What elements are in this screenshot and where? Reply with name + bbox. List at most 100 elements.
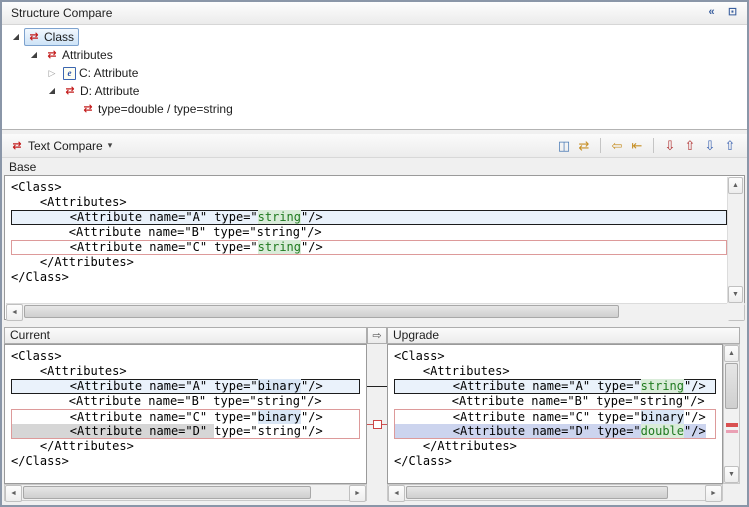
code-line: </Attributes> bbox=[11, 439, 360, 454]
tree-node[interactable]: ⇄type=double / type=string bbox=[78, 100, 238, 118]
structure-compare-header: Structure Compare «⊡ bbox=[2, 2, 747, 25]
code-line: </Class> bbox=[11, 454, 360, 469]
scroll-down-button[interactable]: ▼ bbox=[724, 466, 739, 483]
scroll-up-button[interactable]: ▲ bbox=[724, 345, 739, 362]
current-pane-label: Current bbox=[10, 328, 50, 342]
code-text: </Attributes> bbox=[11, 439, 134, 453]
diff-connector-column bbox=[367, 344, 387, 484]
code-text: <Attribute name="B" type="string"/> bbox=[11, 225, 322, 239]
base-code-area[interactable]: <Class> <Attributes> <Attribute name="A"… bbox=[5, 176, 733, 306]
code-text: <Attributes> bbox=[11, 195, 127, 209]
tree-item-type-double-type-string[interactable]: ⇄type=double / type=string bbox=[2, 100, 747, 118]
direction-arrow-icon: ⇨ bbox=[372, 330, 381, 342]
next-difference-icon[interactable]: ⇩ bbox=[661, 137, 679, 155]
code-text: <Attribute name="C" type=" bbox=[12, 410, 258, 424]
collapse-arrow-icon[interactable]: ◢ bbox=[44, 82, 60, 100]
current-code-area[interactable]: <Class> <Attributes> <Attribute name="A"… bbox=[5, 345, 366, 483]
tree-item-attributes[interactable]: ◢⇄Attributes bbox=[2, 46, 747, 64]
code-text: <Attribute name="C" type=" bbox=[12, 240, 258, 254]
tree-item-class[interactable]: ◢⇄Class bbox=[2, 28, 747, 46]
scroll-up-button[interactable]: ▲ bbox=[728, 177, 743, 194]
code-text: "/> bbox=[301, 379, 323, 393]
conflict-connector-handle[interactable] bbox=[373, 420, 382, 429]
diff-token: binary bbox=[258, 379, 301, 393]
previous-change-icon[interactable]: ⇧ bbox=[721, 137, 739, 155]
tree-node[interactable]: ⇄Class bbox=[24, 28, 79, 46]
text-compare-toolbar: ◫⇄⇦⇤⇩⇧⇩⇧ bbox=[555, 137, 739, 155]
copy-all-right-to-left-icon[interactable]: ⇦ bbox=[608, 137, 626, 155]
scroll-left-button[interactable]: ◄ bbox=[388, 485, 405, 502]
tree-item-label: C: Attribute bbox=[79, 64, 138, 82]
scroll-left-button[interactable]: ◄ bbox=[5, 485, 22, 502]
text-compare-header: ⇄ Text Compare ▾ ◫⇄⇦⇤⇩⇧⇩⇧ bbox=[2, 134, 747, 158]
restore-pane-icon[interactable]: ⊡ bbox=[724, 4, 741, 21]
current-horizontal-scrollbar[interactable]: ◄ ► bbox=[4, 484, 367, 501]
code-line: </Class> bbox=[394, 454, 716, 469]
upgrade-vertical-scrollbar[interactable]: ▲ ▼ bbox=[723, 344, 740, 484]
next-change-icon[interactable]: ⇩ bbox=[701, 137, 719, 155]
tree-node[interactable]: eC: Attribute bbox=[60, 64, 143, 82]
copy-current-right-to-left-icon[interactable]: ⇤ bbox=[628, 137, 646, 155]
diff-token: double bbox=[641, 424, 684, 438]
structure-compare-title: Structure Compare bbox=[11, 6, 112, 20]
code-text: <Class> bbox=[11, 349, 62, 363]
tree-item-d-attribute[interactable]: ◢⇄D: Attribute bbox=[2, 82, 747, 100]
tree-node[interactable]: ⇄Attributes bbox=[42, 46, 118, 64]
scroll-right-button[interactable]: ► bbox=[705, 485, 722, 502]
collapse-all-icon[interactable]: « bbox=[703, 4, 720, 21]
diff-token: string bbox=[258, 240, 301, 254]
scrollbar-thumb[interactable] bbox=[24, 305, 619, 318]
code-text: <Attributes> bbox=[394, 364, 510, 378]
conflict-change-icon: ⇄ bbox=[27, 31, 41, 43]
code-line: <Attributes> bbox=[11, 364, 360, 379]
tree-node[interactable]: ⇄D: Attribute bbox=[60, 82, 144, 100]
code-line: <Class> bbox=[11, 180, 727, 195]
upgrade-horizontal-scrollbar[interactable]: ◄ ► bbox=[387, 484, 723, 501]
current-pane: <Class> <Attributes> <Attribute name="A"… bbox=[4, 344, 367, 484]
chevron-down-icon[interactable]: ▾ bbox=[108, 140, 113, 151]
code-line: <Attributes> bbox=[394, 364, 716, 379]
switch-compare-viewer-icon[interactable]: ◫ bbox=[555, 137, 573, 155]
tree-item-label: Class bbox=[44, 28, 74, 46]
code-text: <Attribute name="C" type=" bbox=[395, 410, 641, 424]
expand-arrow-icon[interactable]: ▷ bbox=[44, 64, 60, 82]
current-pane-header: Current bbox=[4, 327, 367, 344]
code-text: "/> bbox=[301, 210, 323, 224]
code-line: <Attribute name="D" type="string"/> bbox=[11, 424, 360, 439]
code-text: <Attribute name="A" type=" bbox=[12, 210, 258, 224]
scrollbar-thumb[interactable] bbox=[406, 486, 668, 499]
code-line: <Attribute name="C" type="string"/> bbox=[11, 240, 727, 255]
code-text: </Attributes> bbox=[11, 255, 134, 269]
diff-token: binary bbox=[641, 410, 684, 424]
upgrade-pane-label: Upgrade bbox=[393, 328, 439, 342]
scroll-right-button[interactable]: ► bbox=[349, 485, 366, 502]
code-line: </Attributes> bbox=[11, 255, 727, 270]
base-vertical-scrollbar[interactable]: ▲ ▼ bbox=[727, 177, 744, 303]
code-text: <Attribute name="B" type="string"/> bbox=[11, 394, 322, 408]
toolbar-separator bbox=[600, 138, 601, 153]
code-text: "/> bbox=[301, 410, 323, 424]
diff-overview-marker[interactable] bbox=[726, 423, 738, 427]
code-text: <Class> bbox=[394, 349, 445, 363]
upgrade-code-area[interactable]: <Class> <Attributes> <Attribute name="A"… bbox=[388, 345, 722, 483]
scroll-left-button[interactable]: ◄ bbox=[6, 304, 23, 321]
text-compare-title: Text Compare bbox=[28, 139, 103, 153]
scroll-down-button[interactable]: ▼ bbox=[728, 286, 743, 303]
code-line: <Attributes> bbox=[11, 195, 727, 210]
swap-left-right-icon[interactable]: ⇄ bbox=[575, 137, 593, 155]
code-line: <Attribute name="C" type="binary"/> bbox=[394, 409, 716, 424]
scrollbar-thumb[interactable] bbox=[23, 486, 311, 499]
diff-connector-line[interactable] bbox=[367, 386, 387, 387]
conflict-change-icon: ⇄ bbox=[45, 49, 59, 61]
tree-item-label: D: Attribute bbox=[80, 82, 139, 100]
tree-item-c-attribute[interactable]: ▷eC: Attribute bbox=[2, 64, 747, 82]
conflict-change-icon: ⇄ bbox=[81, 103, 95, 115]
previous-difference-icon[interactable]: ⇧ bbox=[681, 137, 699, 155]
collapse-arrow-icon[interactable]: ◢ bbox=[26, 46, 42, 64]
scrollbar-thumb[interactable] bbox=[725, 363, 738, 409]
collapse-arrow-icon[interactable]: ◢ bbox=[8, 28, 24, 46]
code-line: <Attribute name="A" type="string"/> bbox=[394, 379, 716, 394]
code-text: <Attributes> bbox=[11, 364, 127, 378]
base-horizontal-scrollbar[interactable]: ◄ ► bbox=[6, 303, 745, 320]
diff-overview-marker[interactable] bbox=[726, 430, 738, 433]
